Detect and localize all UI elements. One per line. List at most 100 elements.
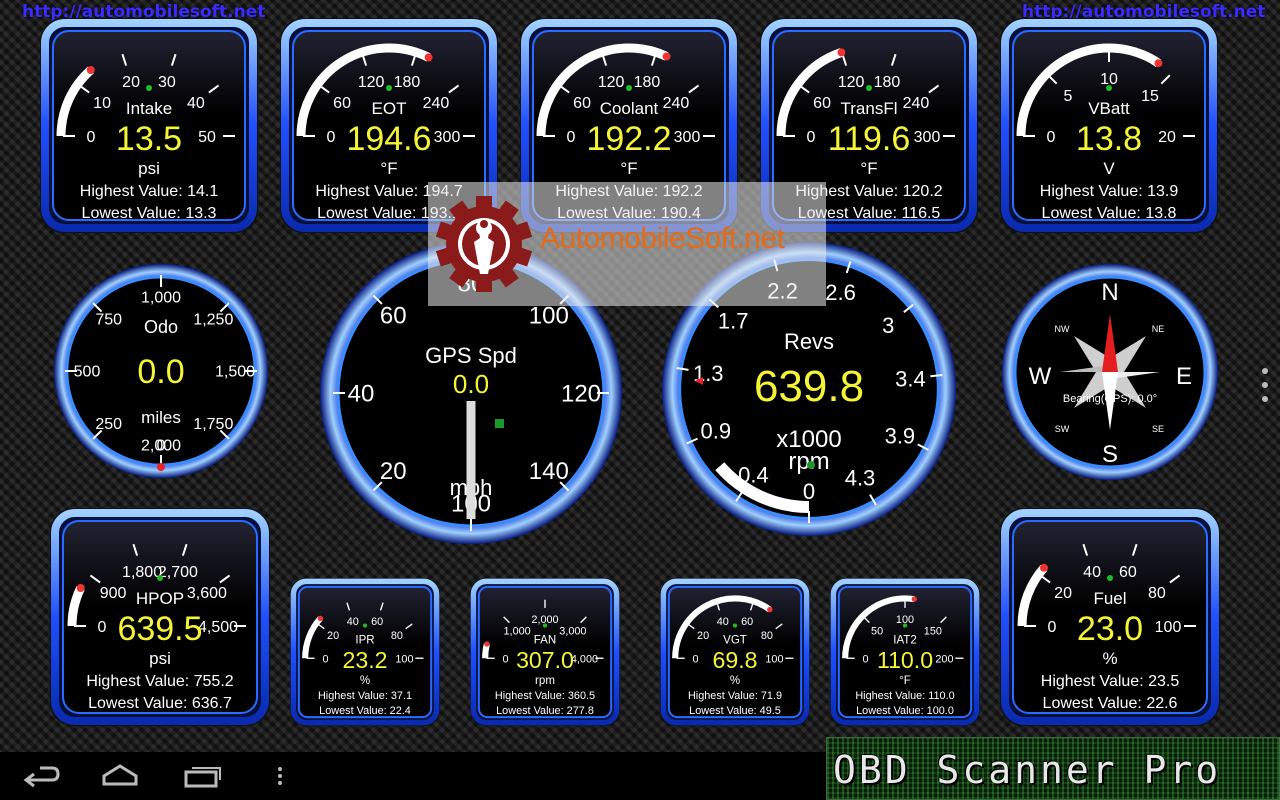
gauge-unit: rpm [788, 448, 829, 475]
tick-label: 4.3 [845, 465, 876, 490]
tick-label: 4,000 [571, 653, 598, 665]
tick-label: 500 [74, 364, 101, 381]
gauge-value: 307.0 [516, 647, 574, 673]
gauge-label: GPS Spd [425, 343, 517, 368]
tick-label: 100 [765, 653, 783, 665]
highest-value: Highest Value: 360.5 [495, 690, 595, 702]
arc-tip-marker [662, 52, 671, 61]
highest-value: Highest Value: 110.0 [855, 690, 954, 702]
gauge-unit: % [730, 675, 740, 687]
tick-label: 10 [93, 95, 111, 112]
arc-tip-marker [424, 53, 433, 62]
tick-label: 0 [503, 653, 509, 665]
home-icon[interactable] [100, 760, 140, 792]
lowest-value: Lowest Value: 49.5 [689, 705, 781, 717]
arc-tip-marker [767, 606, 773, 613]
gauge-unit: % [360, 675, 370, 687]
tick-label: 0 [693, 653, 699, 665]
highest-value: Highest Value: 13.9 [1040, 183, 1179, 200]
tick-label: 20 [697, 630, 709, 642]
back-arrow-icon[interactable] [20, 760, 60, 792]
recent-apps-icon[interactable] [182, 760, 222, 792]
intake-gauge[interactable]: 0 10 20 30 40 50 Intake 13.5psi Highest Value: 1… [40, 18, 258, 233]
lowest-value: Lowest Value: 100.0 [856, 705, 954, 717]
arc-tip-marker [76, 584, 85, 593]
status-led [146, 85, 152, 91]
highest-value: Highest Value: 23.5 [1041, 673, 1180, 690]
tick-label: 3,000 [559, 625, 586, 637]
vbatt-gauge[interactable]: 05101520VBatt13.8VHighest Value: 13.9Low… [1000, 18, 1218, 233]
tick-label: 180 [634, 74, 661, 91]
gauge-unit: °F [620, 159, 637, 178]
arc-tip-marker [484, 641, 490, 647]
arc-tip-marker [317, 615, 324, 622]
tick-label: 300 [674, 129, 701, 146]
tick-label: 240 [663, 95, 690, 112]
tick-label: 60 [380, 303, 407, 330]
gauge-value: 119.6 [828, 120, 911, 158]
tick-label: 15 [1141, 88, 1159, 105]
fan-gauge[interactable]: 01,0002,0003,0004,000FAN307.0rpmHighest … [470, 578, 620, 726]
tick-label: 40 [347, 616, 359, 628]
status-led [902, 623, 908, 628]
tick-label: 1,000 [141, 290, 181, 307]
overflow-menu-icon[interactable] [272, 760, 288, 792]
watermark-text: AutomobileSoft.net [540, 222, 785, 255]
tick-label: 1.7 [718, 309, 749, 334]
tick-label: 30 [158, 74, 176, 91]
iat2-gauge[interactable]: 050100150200IAT2110.0°FHighest Value: 11… [830, 578, 980, 726]
gauge-label: IAT2 [893, 634, 917, 646]
tick-label: 0 [1048, 619, 1057, 636]
tick-label: 1,250 [193, 311, 233, 328]
compass-south: S [1102, 441, 1118, 468]
gauge-label: Odo [144, 317, 178, 337]
tick-label: 0 [98, 619, 107, 636]
tick-label: 1.3 [693, 361, 724, 386]
tick-label: 0 [1047, 129, 1056, 146]
gear-wrench-logo-icon [435, 196, 533, 292]
gauge-label: HPOP [136, 589, 184, 608]
status-led [157, 575, 163, 581]
tick-label: 100 [529, 303, 569, 330]
tick-label: 3 [882, 313, 894, 338]
tick-label: 240 [423, 95, 450, 112]
fuel-gauge[interactable]: 0 20 40 60 80 100 Fuel 23.0% Highest Value: 23.5… [1000, 508, 1220, 726]
tick-label: 900 [100, 585, 127, 602]
gauge-label: FAN [534, 634, 556, 646]
tick-label: 60 [813, 95, 831, 112]
ipr-gauge[interactable]: 0 20 40 60 80 100 IPR23.2% Highest Value: 37.1 L… [290, 578, 440, 726]
tick-label: 3.4 [895, 366, 926, 391]
brand-banner: OBD Scanner Pro [826, 737, 1280, 800]
status-led [1107, 575, 1113, 581]
gauge-label: VGT [723, 634, 747, 646]
arc-tip-marker [1154, 59, 1163, 68]
tick-label: 120 [598, 74, 625, 91]
gauge-unit: °F [380, 159, 397, 178]
status-led [732, 623, 738, 628]
tick-label: 2,000 [141, 438, 181, 455]
tick-label: 0 [323, 653, 329, 665]
compass-gauge[interactable]: NSEWNW NESW SEBearing(GPS): 0.0° [1000, 262, 1220, 482]
status-led [807, 461, 815, 469]
tick-label: 0 [87, 129, 96, 146]
compass-nw: NW [1055, 324, 1070, 334]
page-indicator-dot [1262, 396, 1268, 402]
gauge-value: 69.8 [713, 647, 758, 673]
tick-label: 40 [187, 95, 205, 112]
tick-label: 150 [924, 625, 942, 637]
gauge-unit: psi [149, 649, 171, 668]
gauge-value: 23.2 [343, 647, 388, 673]
gauge-value: 639.5 [117, 610, 202, 648]
odo-gauge[interactable]: 02505007501,0001,2501,5001,7502,000Odo0.… [52, 262, 270, 480]
tick-label: 180 [874, 74, 901, 91]
vgt-gauge[interactable]: 0 20 40 60 80 100 VGT69.8% Highest Value: 71.9 L… [660, 578, 810, 726]
tick-label: 250 [95, 416, 122, 433]
tick-label: 5 [1064, 88, 1073, 105]
tick-label: 120 [358, 74, 385, 91]
tick-label: 80 [761, 630, 773, 642]
tick-label: 1,500 [215, 364, 255, 381]
highest-value: Highest Value: 755.2 [86, 673, 233, 690]
tick-label: 750 [95, 311, 122, 328]
tick-label: 50 [871, 625, 883, 637]
hpop-gauge[interactable]: 0 900 1,8002,700 3,600 4,500 HPOP 639.5psi High… [50, 508, 270, 726]
